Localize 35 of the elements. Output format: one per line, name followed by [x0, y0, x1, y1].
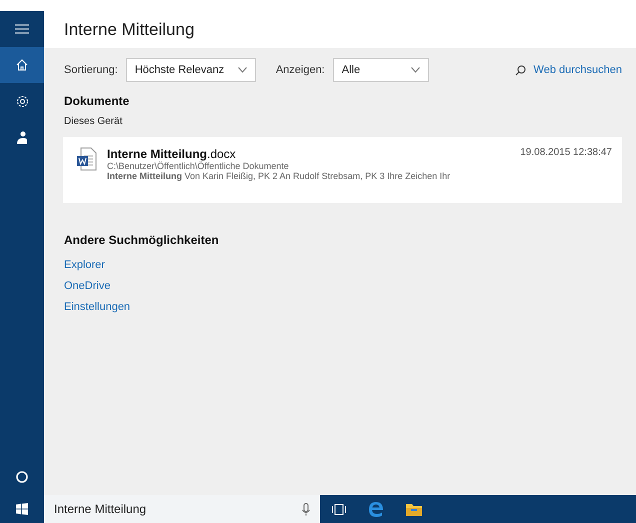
section-subheading: Dieses Gerät — [63, 115, 124, 127]
taskbar-search-field[interactable]: Interne Mitteilung — [44, 495, 320, 523]
settings-icon — [16, 94, 28, 108]
folder-icon[interactable] — [406, 502, 422, 516]
search-icon — [514, 64, 526, 76]
chevron-icon — [410, 67, 420, 73]
start-button[interactable] — [0, 495, 44, 523]
sort-dropdown[interactable]: Höchste Relevanz — [126, 58, 256, 82]
document-icon — [77, 147, 97, 171]
show-label: Anzeigen: — [276, 64, 325, 76]
circle-icon — [16, 471, 28, 483]
task-view-icon[interactable] — [332, 504, 346, 514]
result-title: Interne Mitteilung.docx — [107, 147, 237, 161]
result-path: C:\Benutzer\Öffentlich\Öffentliche Dokumente — [107, 161, 290, 171]
windows-icon — [16, 503, 28, 515]
result-card[interactable]: Interne Mitteilung.docx C:\Benutzer\Öffentlich\Öffentliche Dokumente Interne Mitteilung Von Karin Fleißig, PK 2 An Rudolf Strebsam, PK 3 Ihre Zeichen Ihr 19.08.2015 12:38:47 — [63, 137, 622, 203]
result-date: 19.08.2015 12:38:47 — [520, 147, 612, 160]
sidebar-button[interactable] — [0, 47, 44, 83]
search-link[interactable]: OneDrive — [44, 280, 636, 292]
web-search-link[interactable]: Web durchsuchen — [514, 64, 622, 76]
menu-icon — [15, 24, 29, 34]
home-icon — [16, 59, 28, 71]
chevron-icon — [238, 67, 247, 73]
section-heading: Dokumente — [63, 93, 130, 108]
result-snippet: Interne Mitteilung Von Karin Fleißig, PK 2 An Rudolf Strebsam, PK 3 Ihre Zeichen Ihr — [107, 171, 452, 181]
person-icon — [16, 130, 28, 144]
search-link[interactable]: Einstellungen — [44, 301, 636, 313]
show-dropdown[interactable]: Alle — [332, 58, 429, 82]
section-heading: Andere Suchmöglichkeiten — [63, 232, 220, 247]
search-title: Interne Mitteilung — [64, 20, 194, 40]
microphone-icon — [302, 502, 310, 516]
search-link[interactable]: Explorer — [44, 259, 636, 271]
browser-icon[interactable] — [368, 501, 384, 517]
sort-label: Sortierung: — [64, 64, 118, 76]
search-text: Interne Mitteilung — [54, 502, 148, 516]
